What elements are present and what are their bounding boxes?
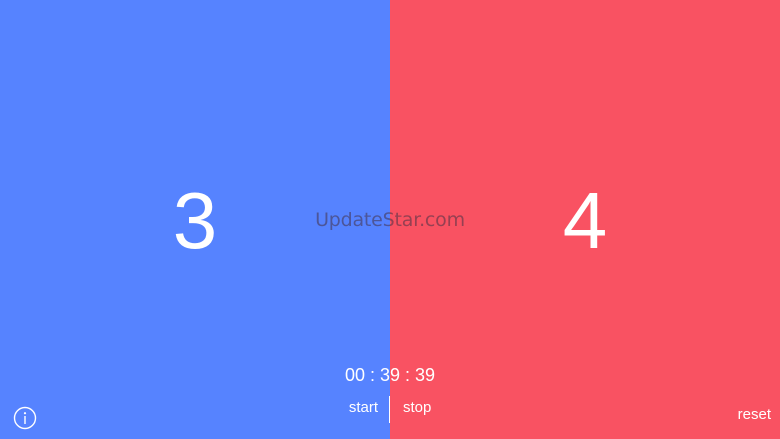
stop-button[interactable]: stop (403, 399, 431, 416)
right-team-score: 4 (562, 175, 608, 265)
start-button[interactable]: start (349, 399, 378, 416)
timer-display: 00 : 39 : 39 (344, 365, 436, 385)
reset-button[interactable]: reset (738, 406, 771, 423)
info-icon-graphic (13, 406, 37, 430)
timer-controls: start stop (0, 396, 780, 424)
controls-divider (389, 396, 390, 423)
info-icon[interactable] (13, 406, 37, 430)
scoreboard-app: 3 4 UpdateStar.com 00 : 39 : 39 start st… (0, 0, 780, 439)
left-team-score: 3 (172, 175, 218, 265)
